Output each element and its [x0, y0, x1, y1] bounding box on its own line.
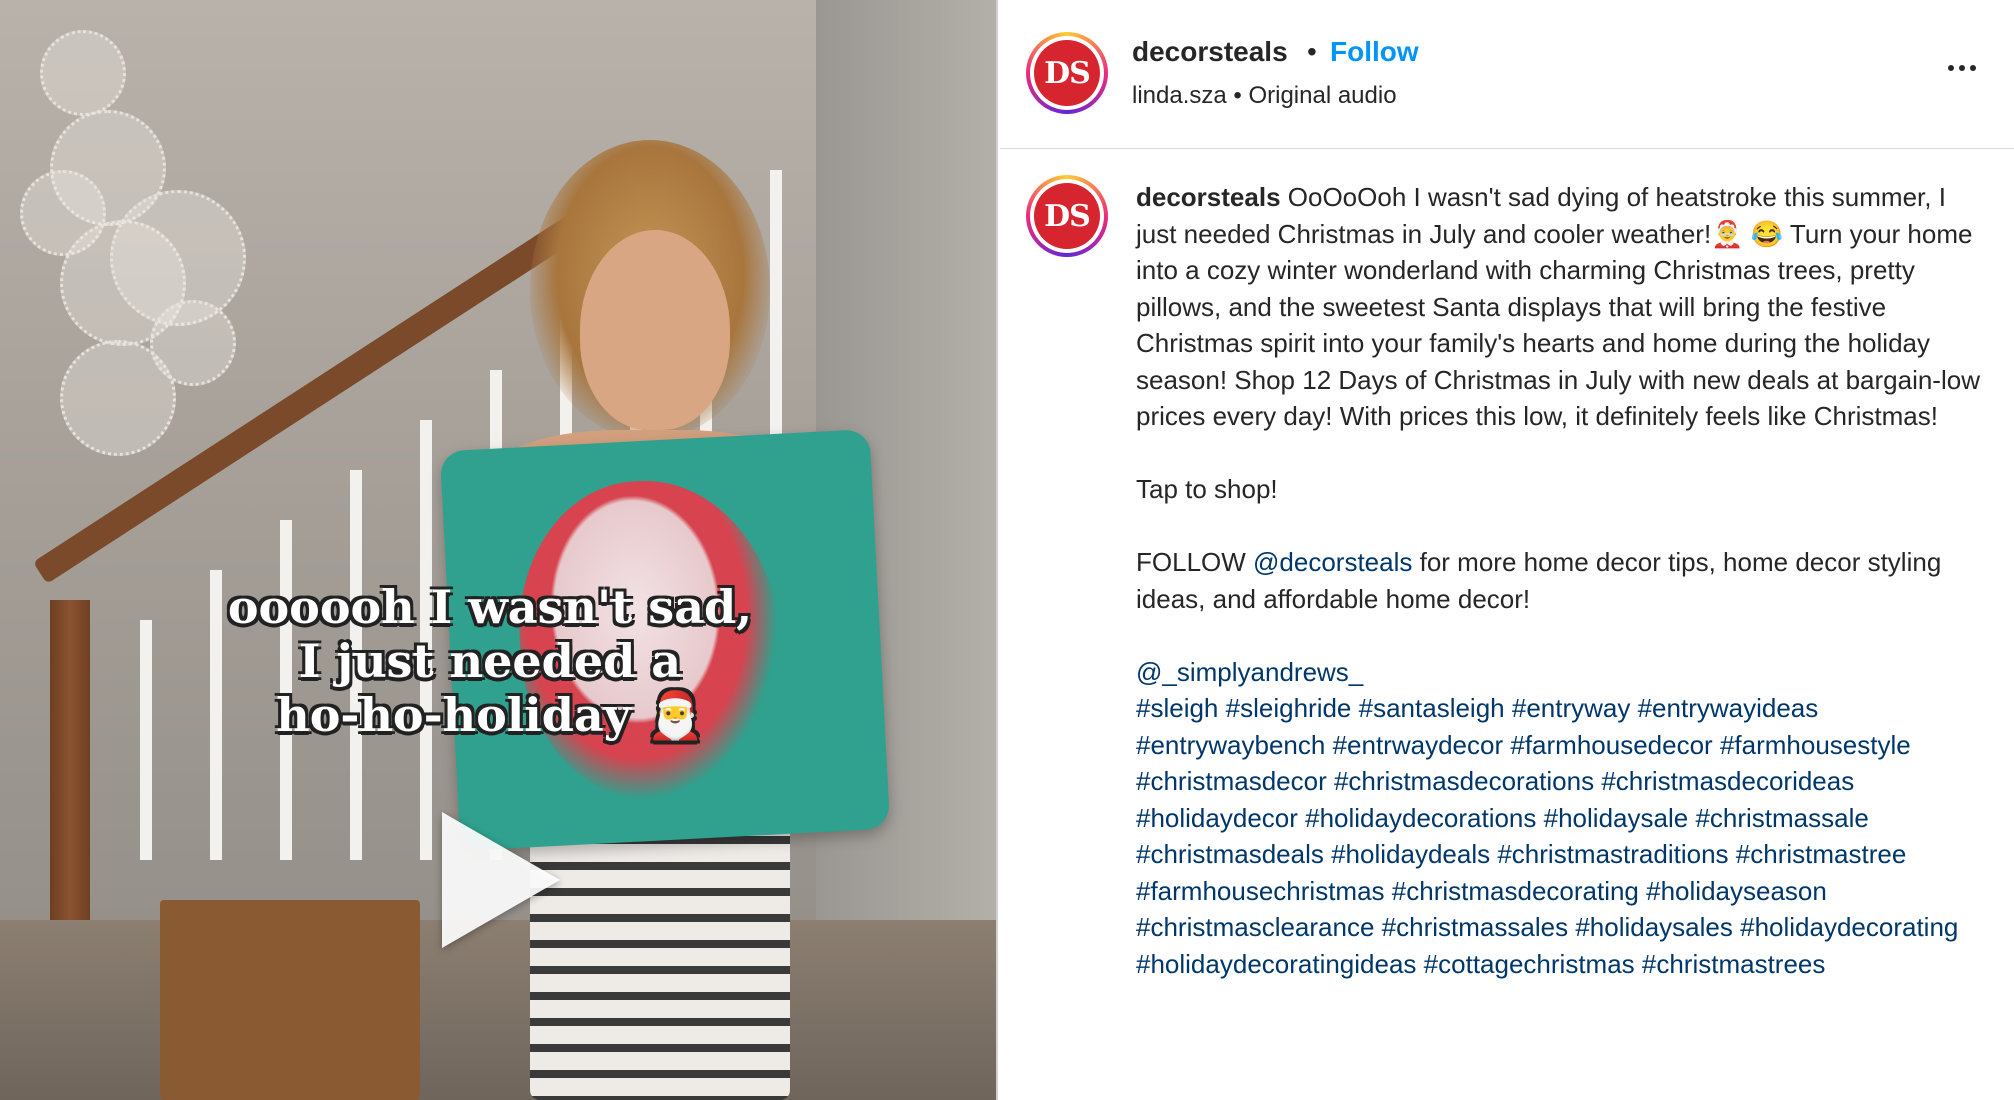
hashtag-link[interactable]: #farmhousechristmas: [1136, 876, 1385, 906]
more-options-icon[interactable]: [1942, 48, 1982, 88]
credit-line: @_simplyandrews_: [1136, 654, 1986, 691]
hashtag-link[interactable]: #santasleigh: [1359, 693, 1505, 723]
hashtag-link[interactable]: #holidaysale: [1544, 803, 1689, 833]
video-player[interactable]: oooooh I wasn't sad, I just needed a ho-…: [0, 0, 998, 1100]
caption-body: OoOoOoh I wasn't sad dying of heatstroke…: [1136, 182, 1980, 431]
hashtag-link[interactable]: #holidaysales: [1575, 912, 1733, 942]
hashtag-link[interactable]: #christmastree: [1736, 839, 1907, 869]
overlay-line: oooooh I wasn't sad,: [227, 580, 753, 634]
hashtag-link[interactable]: #sleighride: [1226, 693, 1352, 723]
overlay-line: I just needed a: [298, 634, 682, 688]
hashtag-link[interactable]: #holidaydeals: [1331, 839, 1490, 869]
hashtag-link[interactable]: #christmasdecor: [1136, 766, 1327, 796]
hashtag-link[interactable]: #holidaydecoratingideas: [1136, 949, 1416, 979]
instagram-post: oooooh I wasn't sad, I just needed a ho-…: [0, 0, 2014, 1100]
wall-decor: [40, 30, 126, 116]
post-sidebar: DS decorsteals • Follow linda.sza • Orig…: [1000, 0, 2014, 1100]
hashtag-link[interactable]: #entrywaybench: [1136, 730, 1325, 760]
hashtag-list: #sleigh #sleighride #santasleigh #entryw…: [1136, 690, 1986, 982]
avatar[interactable]: DS: [1026, 32, 1108, 114]
hashtag-link[interactable]: #christmasdecorations: [1334, 766, 1594, 796]
hashtag-link[interactable]: #christmasdecorating: [1392, 876, 1639, 906]
separator-dot: •: [1307, 36, 1317, 67]
username-link[interactable]: decorsteals: [1132, 36, 1288, 68]
mention-link[interactable]: @decorsteals: [1253, 547, 1412, 577]
hashtag-link[interactable]: #farmhousestyle: [1720, 730, 1911, 760]
hashtag-link[interactable]: #sleigh: [1136, 693, 1218, 723]
hashtag-link[interactable]: #christmasdeals: [1136, 839, 1324, 869]
hashtag-link[interactable]: #farmhousedecor: [1510, 730, 1712, 760]
post-header: DS decorsteals • Follow linda.sza • Orig…: [1000, 0, 2014, 149]
bench: [160, 900, 420, 1100]
caption-author-link[interactable]: decorsteals: [1136, 182, 1281, 212]
hashtag-link[interactable]: #christmassale: [1695, 803, 1868, 833]
hashtag-link[interactable]: #holidaydecor: [1136, 803, 1298, 833]
caption-follow-line: FOLLOW @decorsteals for more home decor …: [1136, 547, 1942, 614]
credit-mention-link[interactable]: @_simplyandrews_: [1136, 657, 1363, 687]
avatar-logo: DS: [1034, 40, 1100, 106]
hashtag-link[interactable]: #entryway: [1512, 693, 1631, 723]
video-text-overlay: oooooh I wasn't sad, I just needed a ho-…: [170, 580, 810, 742]
caption-section: DS decorsteals OoOoOoh I wasn't sad dyin…: [1000, 149, 2014, 1100]
hashtag-link[interactable]: #christmasclearance: [1136, 912, 1374, 942]
hashtag-link[interactable]: #entrwaydecor: [1333, 730, 1504, 760]
avatar-logo: DS: [1034, 183, 1100, 249]
play-icon[interactable]: [442, 812, 560, 948]
caption-avatar[interactable]: DS: [1026, 175, 1108, 257]
hashtag-link[interactable]: #christmasdecorideas: [1601, 766, 1854, 796]
caption-cta: Tap to shop!: [1136, 474, 1278, 504]
caption-paragraph: decorsteals OoOoOoh I wasn't sad dying o…: [1136, 179, 1986, 435]
caption-text: decorsteals OoOoOoh I wasn't sad dying o…: [1136, 179, 1986, 982]
hashtag-link[interactable]: #entrywayideas: [1638, 693, 1819, 723]
hashtag-link[interactable]: #christmassales: [1382, 912, 1568, 942]
hashtag-link[interactable]: #holidaydecorations: [1305, 803, 1536, 833]
hashtag-link[interactable]: #holidaydecorating: [1740, 912, 1958, 942]
hashtag-link[interactable]: #christmastraditions: [1497, 839, 1728, 869]
hashtag-link[interactable]: #holidayseason: [1646, 876, 1827, 906]
follow-button[interactable]: Follow: [1330, 36, 1419, 68]
hashtag-link[interactable]: #cottagechristmas: [1424, 949, 1635, 979]
hashtag-link[interactable]: #christmastrees: [1642, 949, 1826, 979]
overlay-line: ho-ho-holiday 🎅: [276, 688, 704, 742]
audio-info[interactable]: linda.sza • Original audio: [1132, 82, 1397, 110]
